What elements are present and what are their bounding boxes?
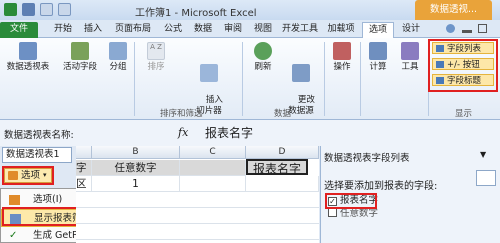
checkmark-icon: ✓ (9, 230, 18, 241)
calculations-button[interactable]: 计算 (364, 42, 392, 73)
slicer-icon (200, 64, 218, 82)
active-field-button[interactable]: 活动字段 (56, 42, 104, 73)
tab-design[interactable]: 设计 (396, 22, 426, 38)
group-icon (109, 42, 127, 60)
tab-options[interactable]: 选项 (362, 22, 394, 39)
tab-developer[interactable]: 开发工具 (278, 22, 322, 38)
fx-icon[interactable]: fx (178, 126, 188, 139)
tab-file[interactable]: 文件 (0, 22, 38, 38)
tools-icon (401, 42, 419, 60)
tab-home[interactable]: 开始 (48, 22, 78, 38)
refresh-button[interactable]: 刷新 (248, 42, 278, 73)
cell[interactable]: 1 (92, 176, 180, 192)
column-header-c[interactable]: C (180, 146, 246, 159)
column-header-d[interactable]: D (246, 146, 319, 159)
cell[interactable] (180, 160, 246, 176)
group-label-data: 数据 (274, 109, 292, 119)
ribbon-separator (360, 42, 361, 116)
ribbon-tabs: 文件 开始 插入 页面布局 公式 数据 审阅 视图 开发工具 加载项 选项 设计 (0, 20, 500, 39)
cell[interactable]: 区 (76, 176, 92, 192)
selected-cell[interactable]: 报表名字 (246, 159, 308, 176)
tab-data[interactable]: 数据 (188, 22, 218, 38)
data-source-icon (292, 64, 310, 82)
excel-logo-icon (4, 3, 17, 16)
column-header-b[interactable]: B (92, 146, 180, 159)
pivot-context-group: 数据透视... (415, 0, 492, 20)
tab-formulas[interactable]: 公式 (158, 22, 188, 38)
actions-button[interactable]: 操作 (328, 42, 356, 73)
tab-view[interactable]: 视图 (248, 22, 278, 38)
restore-icon[interactable] (478, 24, 487, 33)
ribbon-separator (134, 42, 135, 116)
tools-button[interactable]: 工具 (396, 42, 424, 73)
sort-az-icon: A Z (147, 42, 165, 60)
column-header-a[interactable] (76, 146, 92, 159)
save-icon[interactable] (22, 3, 35, 16)
cell[interactable]: 字 (76, 160, 92, 176)
minimize-icon[interactable] (462, 30, 472, 33)
group-label-show: 显示 (455, 109, 473, 119)
options-icon (9, 195, 20, 205)
worksheet-grid[interactable]: B C D 字 任意数字 报表名字 区 1 (76, 146, 319, 243)
pivot-table-button[interactable]: 数据透视表 (2, 42, 54, 73)
annotation-box-show-group (428, 39, 498, 92)
help-icon[interactable] (446, 24, 455, 33)
group-label-sort-filter: 排序和筛选 (160, 109, 203, 119)
sort-button[interactable]: A Z 排序 (138, 42, 174, 73)
window-title: 工作簿1 - Microsoft Excel (135, 8, 257, 19)
tab-page-layout[interactable]: 页面布局 (108, 22, 158, 38)
actions-icon (333, 42, 351, 60)
title-bar: 工作簿1 - Microsoft Excel 数据透视... (0, 0, 500, 20)
empty-row[interactable] (76, 192, 319, 208)
ribbon: 数据透视表 活动字段 分组 A Z 排序 插入 切片器 排序和筛选 刷新 更改 … (0, 38, 500, 120)
active-field-icon (71, 42, 89, 60)
group-button[interactable]: 分组 (104, 42, 132, 73)
empty-row[interactable] (76, 208, 319, 224)
field-item-any-number[interactable]: 任意数字 (328, 208, 378, 220)
empty-row[interactable] (76, 224, 319, 240)
refresh-icon (254, 42, 272, 60)
redo-icon[interactable] (58, 3, 71, 16)
formula-input[interactable]: 报表名字 (205, 124, 253, 141)
tab-insert[interactable]: 插入 (78, 22, 108, 38)
field-list-title: 数据透视表字段列表 (324, 153, 410, 164)
annotation-box-field (325, 193, 377, 209)
annotation-box-options (2, 166, 54, 185)
tab-review[interactable]: 审阅 (218, 22, 248, 38)
cell[interactable]: 任意数字 (92, 160, 180, 176)
pane-menu-chevron-icon[interactable]: ▼ (480, 150, 486, 159)
pivot-name-input[interactable]: 数据透视表1 (2, 147, 72, 163)
pivot-name-label: 数据透视表名称: (4, 130, 74, 141)
undo-icon[interactable] (40, 3, 53, 16)
cell[interactable] (180, 176, 246, 192)
pivot-table-icon (19, 42, 37, 60)
calculator-icon (369, 42, 387, 60)
field-list-header: 选择要添加到报表的字段: (324, 181, 438, 192)
ribbon-separator (242, 42, 243, 116)
cell[interactable] (246, 176, 319, 192)
ribbon-separator (324, 42, 325, 116)
tab-addins[interactable]: 加载项 (322, 22, 360, 38)
layout-settings-icon[interactable] (476, 170, 496, 186)
checkbox-icon[interactable] (328, 208, 337, 217)
